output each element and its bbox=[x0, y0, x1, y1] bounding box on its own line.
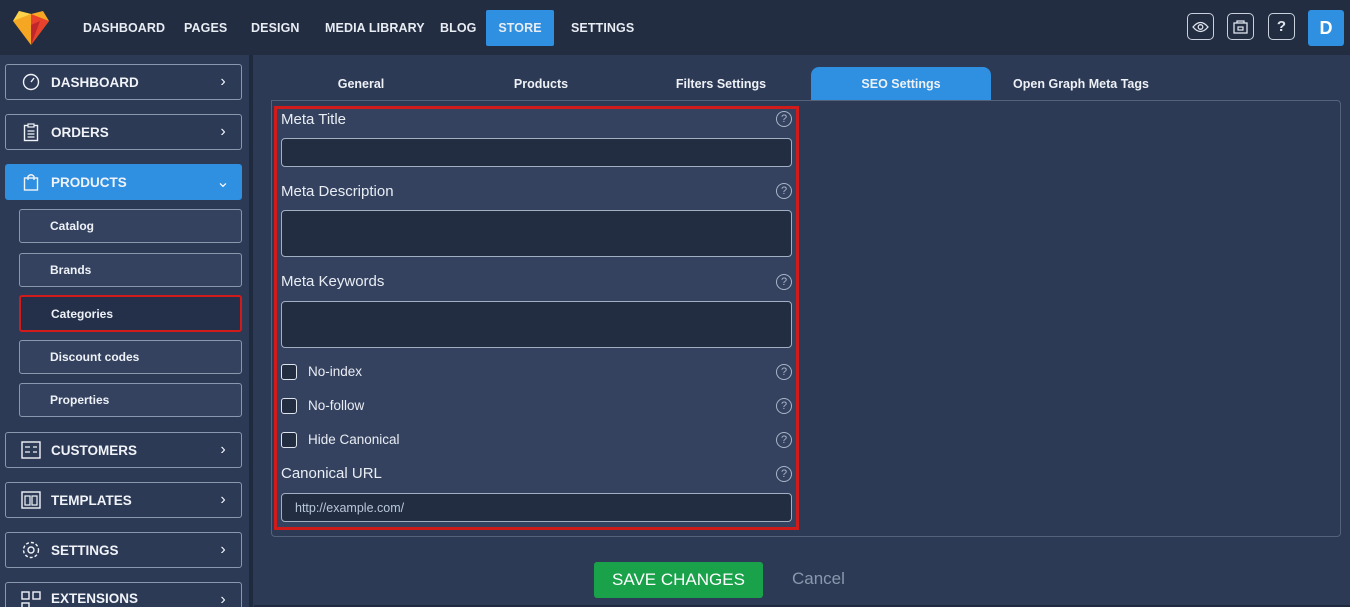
nav-design[interactable]: DESIGN bbox=[235, 10, 316, 46]
nofollow-checkbox[interactable] bbox=[281, 398, 297, 414]
sidebar-item-settings[interactable]: SETTINGS › bbox=[5, 532, 242, 568]
top-navigation-bar: DASHBOARD PAGES DESIGN MEDIA LIBRARY BLO… bbox=[0, 0, 1350, 55]
sidebar-item-label: ORDERS bbox=[51, 124, 109, 140]
noindex-label: No-index bbox=[308, 364, 363, 379]
meta-keywords-textarea[interactable] bbox=[281, 301, 792, 348]
nav-store[interactable]: STORE bbox=[486, 10, 554, 46]
sidebar-item-orders[interactable]: ORDERS › bbox=[5, 114, 242, 150]
sidebar-subitem-discount-codes[interactable]: Discount codes bbox=[19, 340, 242, 374]
hide-canonical-label: Hide Canonical bbox=[308, 432, 400, 447]
help-circle-icon[interactable]: ? bbox=[776, 111, 792, 127]
sidebar-item-products[interactable]: PRODUCTS ⌄ bbox=[5, 164, 242, 200]
nav-settings[interactable]: SETTINGS bbox=[555, 10, 650, 46]
chevron-right-icon: › bbox=[220, 541, 226, 558]
gear-icon bbox=[21, 540, 41, 560]
sidebar-item-label: SETTINGS bbox=[51, 542, 119, 558]
sidebar-subitem-categories[interactable]: Categories bbox=[19, 295, 242, 332]
nav-blog[interactable]: BLOG bbox=[424, 10, 493, 46]
canonical-url-input[interactable]: http://example.com/ bbox=[281, 493, 792, 522]
help-circle-icon[interactable]: ? bbox=[776, 364, 792, 380]
tab-seo-settings[interactable]: SEO Settings bbox=[811, 67, 991, 100]
help-circle-icon[interactable]: ? bbox=[776, 432, 792, 448]
chevron-right-icon: › bbox=[220, 123, 226, 140]
sidebar-item-label: EXTENSIONS bbox=[51, 591, 139, 606]
nav-pages[interactable]: PAGES bbox=[168, 10, 243, 46]
nav-media-library[interactable]: MEDIA LIBRARY bbox=[309, 10, 441, 46]
noindex-checkbox[interactable] bbox=[281, 364, 297, 380]
hide-canonical-checkbox[interactable] bbox=[281, 432, 297, 448]
chevron-right-icon: › bbox=[220, 591, 226, 607]
sidebar-item-extensions[interactable]: EXTENSIONS › bbox=[5, 582, 242, 607]
help-icon[interactable]: ? bbox=[1268, 13, 1295, 40]
help-circle-icon[interactable]: ? bbox=[776, 466, 792, 482]
sidebar-item-customers[interactable]: CUSTOMERS › bbox=[5, 432, 242, 468]
gauge-icon bbox=[21, 72, 41, 92]
help-circle-icon[interactable]: ? bbox=[776, 398, 792, 414]
store-icon[interactable] bbox=[1227, 13, 1254, 40]
eye-icon[interactable] bbox=[1187, 13, 1214, 40]
logo-icon[interactable] bbox=[13, 11, 49, 45]
tab-filters-settings[interactable]: Filters Settings bbox=[631, 67, 811, 100]
contacts-icon bbox=[21, 440, 41, 460]
sidebar-item-label: DASHBOARD bbox=[51, 74, 139, 90]
sidebar-item-dashboard[interactable]: DASHBOARD › bbox=[5, 64, 242, 100]
sidebar-item-templates[interactable]: TEMPLATES › bbox=[5, 482, 242, 518]
meta-keywords-label: Meta Keywords bbox=[281, 273, 385, 290]
help-circle-icon[interactable]: ? bbox=[776, 183, 792, 199]
nav-dashboard[interactable]: DASHBOARD bbox=[67, 10, 181, 46]
bag-icon bbox=[21, 172, 41, 192]
chevron-down-icon: ⌄ bbox=[216, 174, 230, 191]
grid-icon bbox=[21, 591, 41, 607]
chevron-right-icon: › bbox=[220, 491, 226, 508]
sidebar-subitem-properties[interactable]: Properties bbox=[19, 383, 242, 417]
meta-title-label: Meta Title bbox=[281, 111, 347, 128]
avatar[interactable]: D bbox=[1308, 10, 1344, 46]
sidebar-item-label: CUSTOMERS bbox=[51, 442, 138, 458]
sidebar-subitem-brands[interactable]: Brands bbox=[19, 253, 242, 287]
meta-description-label: Meta Description bbox=[281, 183, 394, 200]
clipboard-icon bbox=[21, 122, 41, 142]
sidebar-item-label: PRODUCTS bbox=[51, 174, 127, 190]
save-changes-button[interactable]: SAVE CHANGES bbox=[594, 562, 763, 598]
cancel-link[interactable]: Cancel bbox=[792, 569, 845, 589]
meta-description-textarea[interactable] bbox=[281, 210, 792, 257]
template-icon bbox=[21, 490, 41, 510]
help-circle-icon[interactable]: ? bbox=[776, 274, 792, 290]
canonical-url-label: Canonical URL bbox=[281, 465, 382, 482]
tab-general[interactable]: General bbox=[271, 67, 451, 100]
tab-open-graph-meta-tags[interactable]: Open Graph Meta Tags bbox=[991, 67, 1171, 100]
chevron-right-icon: › bbox=[220, 441, 226, 458]
sidebar-subitem-catalog[interactable]: Catalog bbox=[19, 209, 242, 243]
sidebar-scrollbar[interactable] bbox=[249, 55, 253, 607]
nofollow-label: No-follow bbox=[308, 398, 365, 413]
tab-products[interactable]: Products bbox=[451, 67, 631, 100]
meta-title-input[interactable] bbox=[281, 138, 792, 167]
chevron-right-icon: › bbox=[220, 73, 226, 90]
sidebar-item-label: TEMPLATES bbox=[51, 492, 132, 508]
